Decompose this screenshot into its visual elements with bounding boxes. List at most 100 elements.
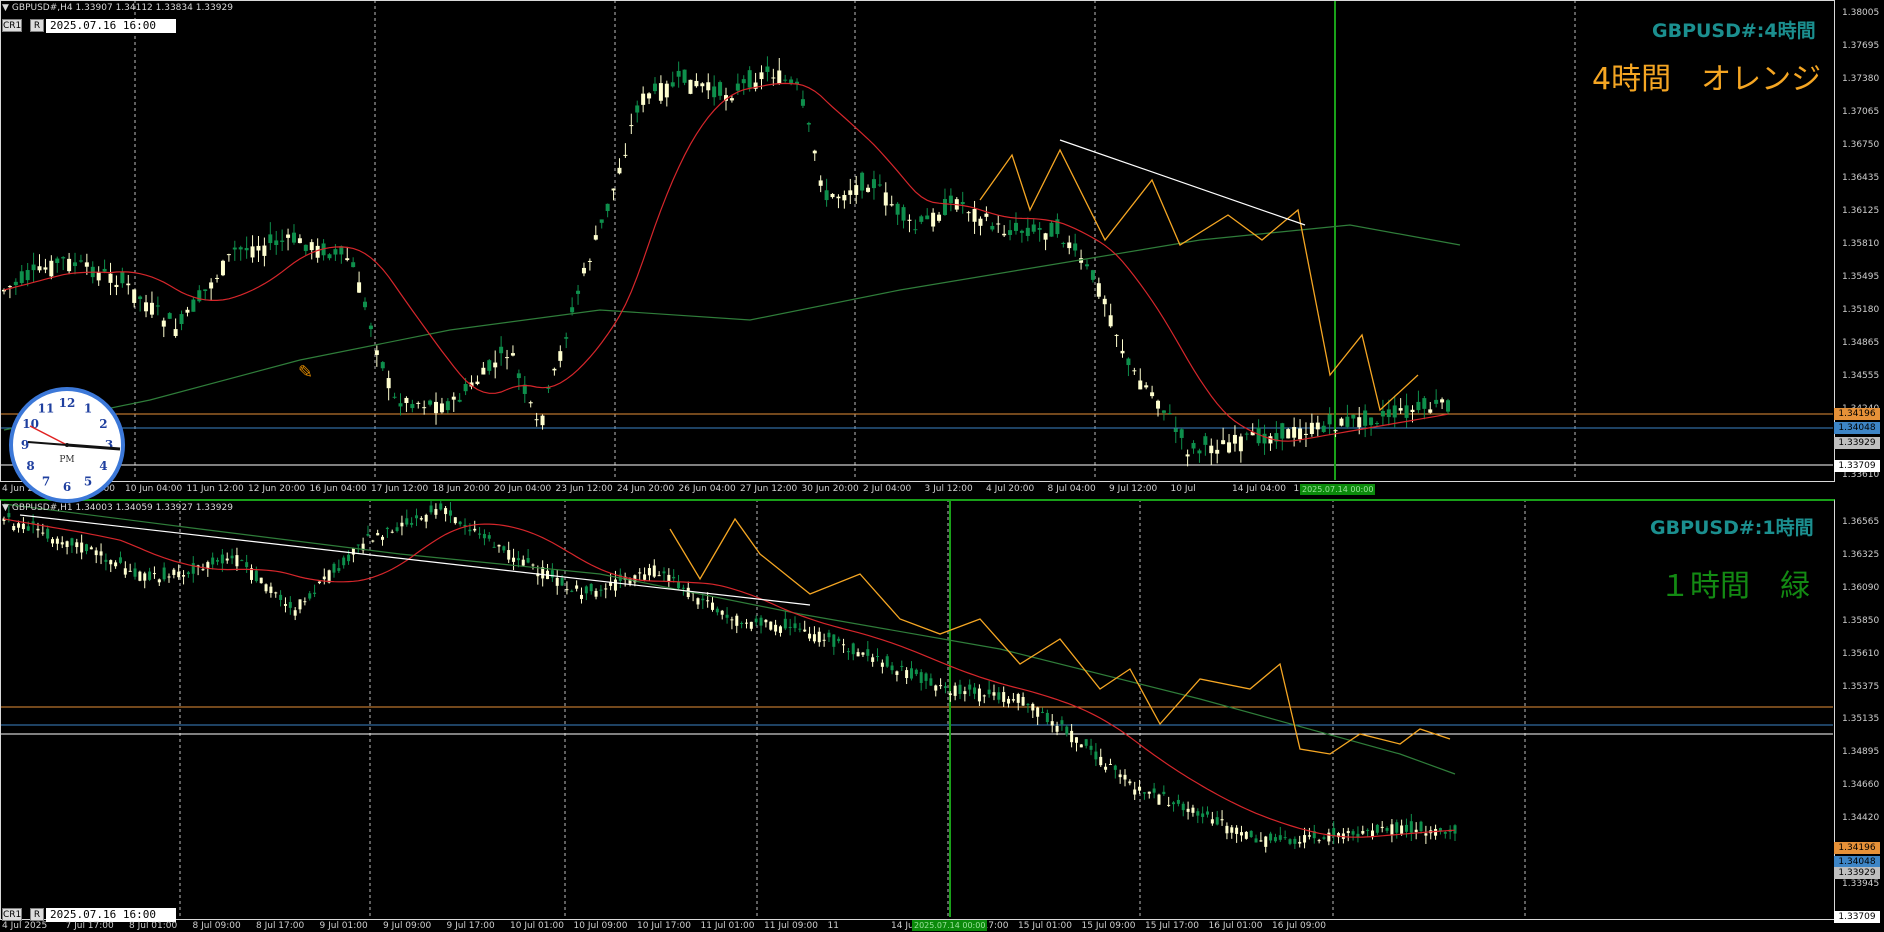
price-axis-label: 1.36565 <box>1842 517 1880 527</box>
time-axis-label: 26 Jun 04:00 <box>678 484 736 494</box>
candle-body <box>808 633 812 639</box>
h1-title-tag: GBPUSD#:1時間 <box>1650 517 1814 539</box>
candle-body <box>1220 819 1224 821</box>
clock-center <box>65 443 69 447</box>
candle-body <box>138 296 143 300</box>
candle-body <box>982 695 986 697</box>
h4-chart-pane[interactable]: ▼ GBPUSD#,H4 1.33907 1.34112 1.33834 1.33… <box>0 0 1884 498</box>
candle-body <box>1191 443 1196 449</box>
date-input[interactable]: 2025.07.16 16:00 <box>46 908 176 922</box>
candle-body <box>161 320 166 327</box>
candle-body <box>934 685 938 691</box>
candle-body <box>1061 242 1066 244</box>
candle-body <box>410 522 414 525</box>
fast-moving-average <box>3 82 1449 442</box>
candle-body <box>1419 821 1423 832</box>
h1-note-label: １時間 緑 <box>1660 569 1810 604</box>
date-input[interactable]: 2025.07.16 16:00 <box>46 19 176 33</box>
candle-body <box>12 526 16 531</box>
candle-body <box>560 577 564 586</box>
candle-body <box>581 267 586 274</box>
candle-body <box>366 534 370 536</box>
trendline[interactable] <box>1059 139 1306 226</box>
pencil-tool-icon[interactable]: ✎ <box>298 362 313 383</box>
time-axis-label: 17 Jun 12:00 <box>371 484 429 494</box>
candle-body <box>516 558 520 561</box>
time-axis-label: 4 Jul 20:00 <box>986 484 1035 494</box>
candle-body <box>1209 445 1214 454</box>
candle-body <box>589 583 593 592</box>
r-button[interactable]: R <box>30 19 44 32</box>
clock-number: 11 <box>38 402 55 416</box>
candle-body <box>298 599 302 610</box>
candle-body <box>1288 839 1292 844</box>
candle-body <box>550 570 554 578</box>
time-axis-label: 30 Jun 20:00 <box>801 484 859 494</box>
candle-body <box>638 572 642 574</box>
candle-body <box>108 273 113 283</box>
candle-body <box>65 541 69 547</box>
candle-body <box>526 558 530 563</box>
h1-chart-pane[interactable]: ▼ GBPUSD#,H1 1.34003 1.34059 1.33927 1.33… <box>0 499 1884 932</box>
candle-body <box>682 69 687 83</box>
r-button[interactable]: R <box>30 908 44 921</box>
candle-body <box>1346 831 1350 833</box>
time-axis-label: 8 Jul 01:00 <box>129 921 178 931</box>
candle-body <box>390 531 394 533</box>
candle-body <box>1259 840 1263 842</box>
candle-body <box>1293 838 1297 844</box>
time-axis-label: 15 Jul 09:00 <box>1081 921 1136 931</box>
candle-body <box>729 98 734 101</box>
candle-body <box>968 684 972 690</box>
candle-body <box>1298 841 1302 844</box>
collapse-triangle-icon[interactable]: ▼ <box>2 3 9 13</box>
candle-body <box>493 362 498 368</box>
candle-body <box>1232 434 1237 444</box>
cr1-button[interactable]: CR1 <box>2 908 22 921</box>
candle-body <box>540 415 545 426</box>
candle-body <box>1147 791 1151 794</box>
candle-body <box>356 544 360 546</box>
candle-body <box>771 77 776 79</box>
trendline[interactable] <box>19 514 811 606</box>
candle-body <box>895 671 899 675</box>
candle-body <box>913 229 918 231</box>
candle-body <box>774 624 778 632</box>
candle-body <box>395 527 399 532</box>
candle-body <box>1037 227 1042 230</box>
candle-body <box>1416 401 1421 411</box>
candle-body <box>385 527 389 530</box>
candle-body <box>676 70 681 77</box>
candle-body <box>499 346 504 354</box>
candle-body <box>1327 832 1331 842</box>
candle-body <box>778 626 782 633</box>
price-axis-label: 1.36125 <box>1842 206 1880 216</box>
candle-body <box>1108 763 1112 765</box>
candle-body <box>1162 791 1166 795</box>
h1-chart-canvas[interactable] <box>0 499 1884 932</box>
candle-body <box>664 83 669 98</box>
candle-body <box>987 689 991 695</box>
candle-body <box>172 569 176 575</box>
candle-body <box>55 258 60 263</box>
analog-clock-widget[interactable]: 12 1234567891011 PM <box>8 386 126 504</box>
candle-body <box>453 517 457 524</box>
clock-number: 2 <box>99 417 107 431</box>
price-axis-label: 1.36435 <box>1842 173 1880 183</box>
candle-body <box>118 557 122 563</box>
candle-body <box>1322 837 1326 839</box>
candle-body <box>1269 833 1273 841</box>
candle-body <box>1400 825 1404 834</box>
candle-body <box>587 260 592 262</box>
candle-body <box>860 172 865 191</box>
candle-body <box>434 509 438 515</box>
cr1-button[interactable]: CR1 <box>2 19 22 32</box>
time-axis-label: 7 Jul 17:00 <box>65 921 114 931</box>
candle-body <box>1181 803 1185 811</box>
candle-body <box>570 590 574 592</box>
candle-body <box>788 626 792 628</box>
candle-body <box>1186 808 1190 812</box>
candle-body <box>1138 786 1142 791</box>
collapse-triangle-icon[interactable]: ▼ <box>2 503 9 513</box>
candle-body <box>1179 429 1184 438</box>
